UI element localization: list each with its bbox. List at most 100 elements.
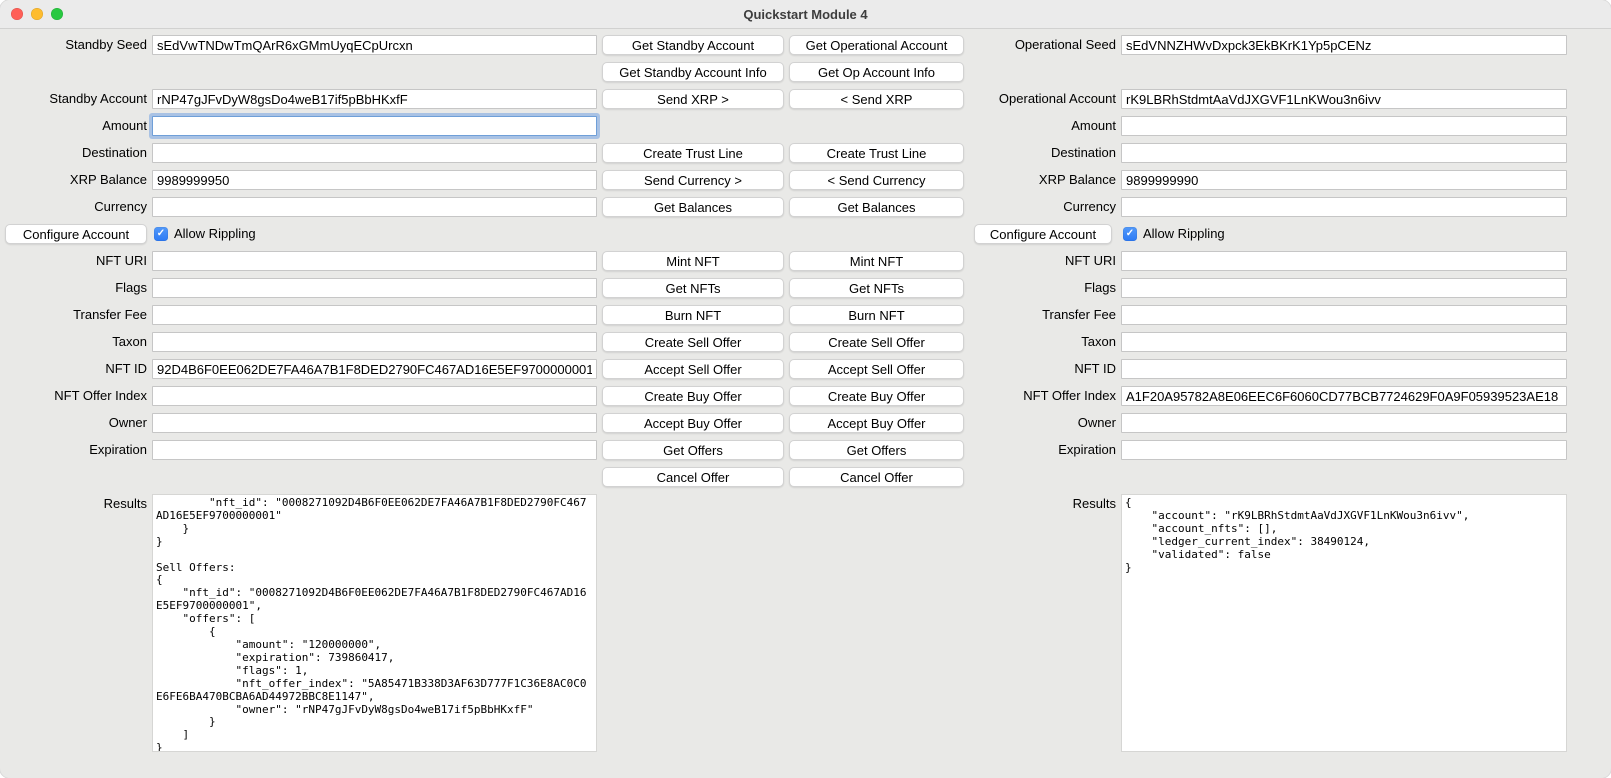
standby-results-label: Results xyxy=(0,494,147,514)
standby-transfer-fee-label: Transfer Fee xyxy=(0,305,147,325)
standby-send-xrp-button[interactable]: Send XRP > xyxy=(602,89,784,109)
operational-send-xrp-button[interactable]: < Send XRP xyxy=(789,89,964,109)
standby-send-currency-button[interactable]: Send Currency > xyxy=(602,170,784,190)
operational-owner-label: Owner xyxy=(969,413,1116,433)
operational-create-buy-offer-button[interactable]: Create Buy Offer xyxy=(789,386,964,406)
operational-create-trust-line-button[interactable]: Create Trust Line xyxy=(789,143,964,163)
operational-allow-rippling-label: Allow Rippling xyxy=(1143,224,1225,244)
standby-account-label: Standby Account xyxy=(0,89,147,109)
checkmark-icon: ✓ xyxy=(1126,229,1134,239)
operational-allow-rippling-checkbox[interactable]: ✓ xyxy=(1123,227,1137,241)
standby-account-input[interactable] xyxy=(152,89,597,109)
operational-cancel-offer-button[interactable]: Cancel Offer xyxy=(789,467,964,487)
titlebar[interactable]: Quickstart Module 4 xyxy=(0,0,1611,29)
operational-send-currency-button[interactable]: < Send Currency xyxy=(789,170,964,190)
standby-owner-input[interactable] xyxy=(152,413,597,433)
get-standby-account-info-button[interactable]: Get Standby Account Info xyxy=(602,62,784,82)
operational-account-label: Operational Account xyxy=(969,89,1116,109)
standby-xrp-balance-input[interactable] xyxy=(152,170,597,190)
standby-get-offers-button[interactable]: Get Offers xyxy=(602,440,784,460)
operational-xrp-balance-input[interactable] xyxy=(1121,170,1567,190)
operational-nft-uri-input[interactable] xyxy=(1121,251,1567,271)
standby-taxon-label: Taxon xyxy=(0,332,147,352)
operational-get-offers-button[interactable]: Get Offers xyxy=(789,440,964,460)
standby-accept-buy-offer-button[interactable]: Accept Buy Offer xyxy=(602,413,784,433)
standby-taxon-input[interactable] xyxy=(152,332,597,352)
standby-owner-label: Owner xyxy=(0,413,147,433)
operational-seed-input[interactable] xyxy=(1121,35,1567,55)
operational-expiration-label: Expiration xyxy=(969,440,1116,460)
standby-nft-offer-index-input[interactable] xyxy=(152,386,597,406)
operational-nft-offer-index-label: NFT Offer Index xyxy=(969,386,1116,406)
standby-transfer-fee-input[interactable] xyxy=(152,305,597,325)
get-operational-account-button[interactable]: Get Operational Account xyxy=(789,35,964,55)
standby-create-buy-offer-button[interactable]: Create Buy Offer xyxy=(602,386,784,406)
standby-nft-id-label: NFT ID xyxy=(0,359,147,379)
operational-account-input[interactable] xyxy=(1121,89,1567,109)
standby-nft-offer-index-label: NFT Offer Index xyxy=(0,386,147,406)
standby-nft-id-input[interactable] xyxy=(152,359,597,379)
zoom-button[interactable] xyxy=(51,8,63,20)
standby-nft-uri-label: NFT URI xyxy=(0,251,147,271)
operational-flags-input[interactable] xyxy=(1121,278,1567,298)
close-button[interactable] xyxy=(11,8,23,20)
standby-flags-input[interactable] xyxy=(152,278,597,298)
standby-create-trust-line-button[interactable]: Create Trust Line xyxy=(602,143,784,163)
operational-burn-nft-button[interactable]: Burn NFT xyxy=(789,305,964,325)
standby-allow-rippling-checkbox[interactable]: ✓ xyxy=(154,227,168,241)
standby-flags-label: Flags xyxy=(0,278,147,298)
get-standby-account-button[interactable]: Get Standby Account xyxy=(602,35,784,55)
traffic-lights xyxy=(11,8,63,20)
operational-owner-input[interactable] xyxy=(1121,413,1567,433)
standby-expiration-label: Expiration xyxy=(0,440,147,460)
standby-destination-input[interactable] xyxy=(152,143,597,163)
standby-amount-input[interactable] xyxy=(152,116,597,136)
operational-create-sell-offer-button[interactable]: Create Sell Offer xyxy=(789,332,964,352)
get-op-account-info-button[interactable]: Get Op Account Info xyxy=(789,62,964,82)
operational-xrp-balance-label: XRP Balance xyxy=(969,170,1116,190)
standby-get-nfts-button[interactable]: Get NFTs xyxy=(602,278,784,298)
standby-currency-label: Currency xyxy=(0,197,147,217)
operational-get-nfts-button[interactable]: Get NFTs xyxy=(789,278,964,298)
operational-get-balances-button[interactable]: Get Balances xyxy=(789,197,964,217)
standby-get-balances-button[interactable]: Get Balances xyxy=(602,197,784,217)
standby-allow-rippling-label: Allow Rippling xyxy=(174,224,256,244)
operational-accept-buy-offer-button[interactable]: Accept Buy Offer xyxy=(789,413,964,433)
operational-currency-input[interactable] xyxy=(1121,197,1567,217)
operational-destination-input[interactable] xyxy=(1121,143,1567,163)
operational-expiration-input[interactable] xyxy=(1121,440,1567,460)
standby-create-sell-offer-button[interactable]: Create Sell Offer xyxy=(602,332,784,352)
standby-destination-label: Destination xyxy=(0,143,147,163)
operational-taxon-input[interactable] xyxy=(1121,332,1567,352)
operational-results-label: Results xyxy=(969,494,1116,514)
standby-currency-input[interactable] xyxy=(152,197,597,217)
operational-results-textarea[interactable]: { "account": "rK9LBRhStdmtAaVdJXGVF1LnKW… xyxy=(1121,494,1567,752)
operational-transfer-fee-input[interactable] xyxy=(1121,305,1567,325)
form-grid: Standby Seed Get Standby Account Get Ope… xyxy=(0,35,1611,752)
operational-currency-label: Currency xyxy=(969,197,1116,217)
operational-amount-input[interactable] xyxy=(1121,116,1567,136)
standby-expiration-input[interactable] xyxy=(152,440,597,460)
standby-burn-nft-button[interactable]: Burn NFT xyxy=(602,305,784,325)
standby-allow-rippling-row: ✓ Allow Rippling xyxy=(152,224,597,244)
operational-mint-nft-button[interactable]: Mint NFT xyxy=(789,251,964,271)
standby-configure-account-button[interactable]: Configure Account xyxy=(5,224,147,244)
standby-accept-sell-offer-button[interactable]: Accept Sell Offer xyxy=(602,359,784,379)
app-window: Quickstart Module 4 Standby Seed Get Sta… xyxy=(0,0,1611,778)
standby-xrp-balance-label: XRP Balance xyxy=(0,170,147,190)
operational-nft-id-input[interactable] xyxy=(1121,359,1567,379)
standby-cancel-offer-button[interactable]: Cancel Offer xyxy=(602,467,784,487)
checkmark-icon: ✓ xyxy=(157,229,165,239)
operational-configure-account-button[interactable]: Configure Account xyxy=(974,224,1112,244)
standby-seed-input[interactable] xyxy=(152,35,597,55)
standby-nft-uri-input[interactable] xyxy=(152,251,597,271)
operational-amount-label: Amount xyxy=(969,116,1116,136)
operational-nft-id-label: NFT ID xyxy=(969,359,1116,379)
operational-accept-sell-offer-button[interactable]: Accept Sell Offer xyxy=(789,359,964,379)
standby-results-textarea[interactable]: "nft_id": "0008271092D4B6F0EE062DE7FA46A… xyxy=(152,494,597,752)
minimize-button[interactable] xyxy=(31,8,43,20)
standby-amount-label: Amount xyxy=(0,116,147,136)
standby-mint-nft-button[interactable]: Mint NFT xyxy=(602,251,784,271)
operational-nft-offer-index-input[interactable] xyxy=(1121,386,1567,406)
operational-destination-label: Destination xyxy=(969,143,1116,163)
